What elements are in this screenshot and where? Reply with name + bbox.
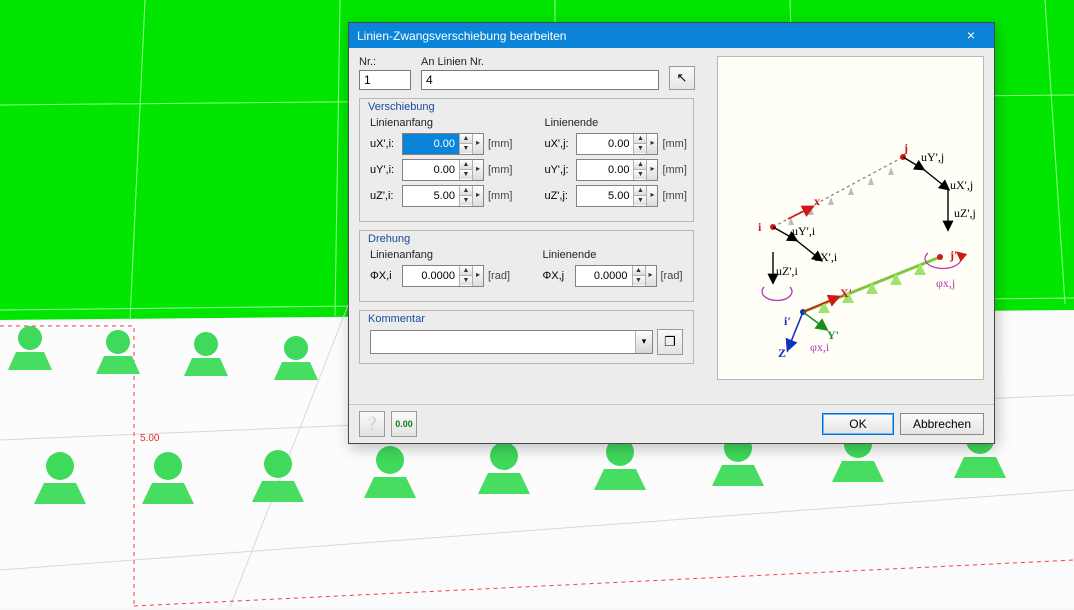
label-uy-i: uY',i:	[370, 164, 398, 176]
svg-text:φx,i: φx,i	[810, 340, 830, 354]
help-button[interactable]: ❔	[359, 411, 385, 437]
bg-dimension-value: 5.00	[140, 433, 159, 444]
col-head-start: Linienanfang	[370, 249, 511, 261]
unit: [mm]	[488, 138, 512, 150]
concept-figure: i j j' i' uY',j uX',j uZ',j uY',i uX',i …	[717, 56, 984, 380]
svg-text:Z': Z'	[778, 346, 789, 360]
titlebar[interactable]: Linien-Zwangsverschiebung bearbeiten ×	[349, 23, 994, 48]
close-icon[interactable]: ×	[954, 26, 988, 46]
group-kommentar: Kommentar ▾ ❐	[359, 310, 694, 364]
comment-input[interactable]	[371, 331, 635, 353]
group-legend: Verschiebung	[366, 101, 437, 113]
input-uy-i[interactable]: ▲▼▸	[402, 159, 484, 181]
svg-text:i: i	[758, 220, 762, 234]
ok-button[interactable]: OK	[822, 413, 894, 435]
col-head-start: Linienanfang	[370, 117, 512, 129]
group-verschiebung: Verschiebung Linienanfang uX',i: ▲▼▸ [mm…	[359, 98, 694, 222]
label-uy-j: uY',j:	[544, 164, 572, 176]
svg-text:x: x	[814, 194, 820, 208]
input-uz-j[interactable]: ▲▼▸	[576, 185, 658, 207]
unit: [mm]	[488, 190, 512, 202]
group-legend: Drehung	[366, 233, 412, 245]
chevron-down-icon[interactable]: ▾	[635, 331, 652, 353]
label-phix-j: ΦX,j	[543, 270, 571, 282]
dialog-button-bar: ❔ 0.00 OK Abbrechen	[349, 404, 994, 443]
svg-text:j': j'	[949, 248, 957, 262]
pick-comment-button[interactable]: ❐	[657, 329, 683, 355]
unit: [mm]	[488, 164, 512, 176]
svg-text:uZ',i: uZ',i	[776, 264, 798, 278]
help-icon: ❔	[364, 416, 380, 432]
input-uz-i[interactable]: ▲▼▸	[402, 185, 484, 207]
copy-icon: ❐	[664, 334, 676, 350]
unit: [mm]	[662, 190, 686, 202]
svg-text:i': i'	[784, 314, 791, 328]
svg-text:Y': Y'	[827, 328, 839, 342]
svg-text:uY',j: uY',j	[921, 150, 944, 164]
svg-text:j: j	[903, 141, 908, 155]
label-ux-j: uX',j:	[544, 138, 572, 150]
input-ux-i[interactable]: ▲▼▸	[402, 133, 484, 155]
unit: [mm]	[662, 138, 686, 150]
units-icon: 0.00	[395, 419, 413, 429]
cancel-button[interactable]: Abbrechen	[900, 413, 984, 435]
input-uy-j[interactable]: ▲▼▸	[576, 159, 658, 181]
on-lines-input[interactable]	[421, 70, 659, 90]
edit-line-displacement-dialog: Linien-Zwangsverschiebung bearbeiten × N…	[348, 22, 995, 444]
cursor-icon: ↖	[677, 70, 688, 86]
svg-text:uY',i: uY',i	[792, 224, 816, 238]
nr-label: Nr.:	[359, 56, 411, 68]
svg-text:φx,j: φx,j	[936, 276, 955, 290]
input-phix-i[interactable]: ▲▼▸	[402, 265, 484, 287]
on-lines-label: An Linien Nr.	[421, 56, 659, 68]
col-head-end: Linienende	[544, 117, 686, 129]
label-phix-i: ΦX,i	[370, 270, 398, 282]
svg-text:uX',j: uX',j	[950, 178, 973, 192]
input-ux-j[interactable]: ▲▼▸	[576, 133, 658, 155]
svg-text:uX',i: uX',i	[814, 250, 838, 264]
svg-text:X': X'	[840, 286, 852, 300]
svg-text:uZ',j: uZ',j	[954, 206, 976, 220]
label-ux-i: uX',i:	[370, 138, 398, 150]
comment-combo[interactable]: ▾	[370, 330, 653, 354]
group-legend: Kommentar	[366, 313, 427, 325]
group-drehung: Drehung Linienanfang ΦX,i ▲▼▸ [rad] Lini…	[359, 230, 694, 302]
nr-input[interactable]	[359, 70, 411, 90]
unit: [mm]	[662, 164, 686, 176]
units-button[interactable]: 0.00	[391, 411, 417, 437]
dialog-title: Linien-Zwangsverschiebung bearbeiten	[357, 29, 566, 43]
unit: [rad]	[488, 270, 510, 282]
input-phix-j[interactable]: ▲▼▸	[575, 265, 657, 287]
unit: [rad]	[661, 270, 683, 282]
pick-line-button[interactable]: ↖	[669, 66, 695, 90]
label-uz-i: uZ',i:	[370, 190, 398, 202]
col-head-end: Linienende	[543, 249, 684, 261]
label-uz-j: uZ',j:	[544, 190, 572, 202]
